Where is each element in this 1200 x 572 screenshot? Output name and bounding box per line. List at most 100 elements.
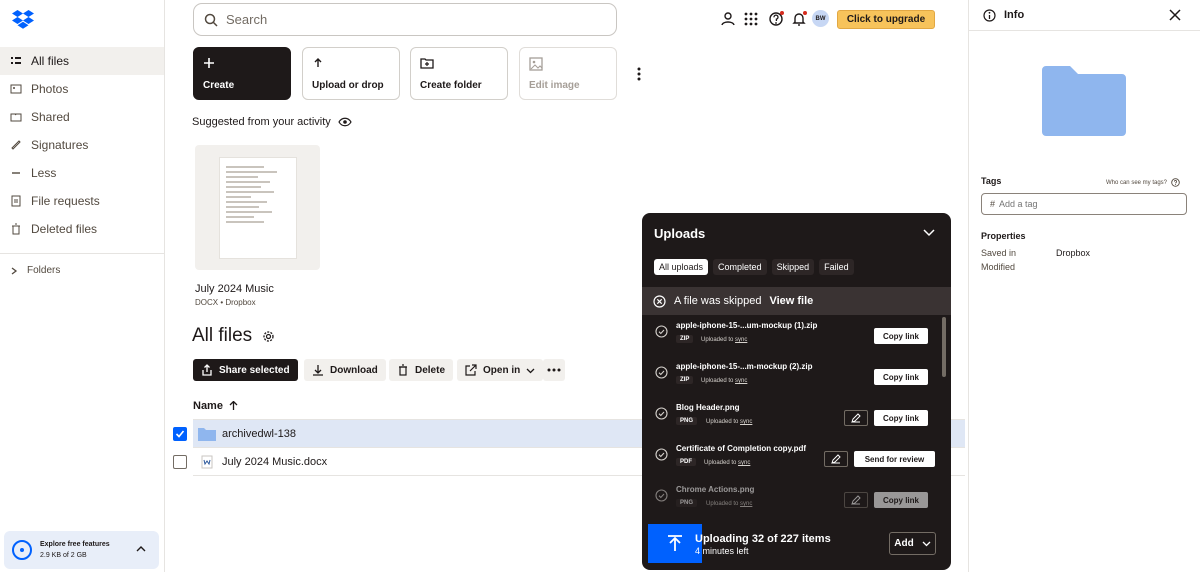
edit-button[interactable]: [844, 492, 868, 508]
upload-location: Uploaded to sync: [701, 337, 747, 343]
copy-link-button[interactable]: Copy link: [874, 410, 928, 426]
sort-arrow-up-icon: [229, 401, 238, 411]
filter-skipped[interactable]: Skipped: [771, 259, 815, 275]
filter-failed[interactable]: Failed: [819, 259, 854, 275]
share-people-icon[interactable]: [720, 11, 736, 27]
sidebar-item-deleted-files[interactable]: Deleted files: [0, 215, 164, 243]
check-circle-icon: [655, 407, 668, 420]
add-button[interactable]: Add: [889, 532, 936, 555]
edit-button[interactable]: [844, 410, 868, 426]
suggested-file-name[interactable]: July 2024 Music: [195, 283, 274, 295]
file-type-badge: PDF: [676, 458, 696, 466]
file-name: July 2024 Music.docx: [222, 455, 328, 468]
sidebar-item-less[interactable]: Less: [0, 159, 164, 187]
chevron-right-icon: [9, 266, 19, 276]
create-folder-tile[interactable]: Create folder: [410, 47, 508, 100]
who-tags-text: Who can see my tags?: [1105, 179, 1167, 186]
row-checkbox[interactable]: [173, 455, 187, 469]
create-folder-label: Create folder: [420, 80, 482, 91]
modified-key: Modified: [981, 262, 1016, 272]
row-checkbox[interactable]: [173, 427, 187, 441]
upload-location: Uploaded to sync: [701, 378, 747, 384]
share-icon: [201, 364, 213, 376]
file-type-badge: PNG: [676, 417, 698, 425]
copy-link-button[interactable]: Copy link: [874, 492, 928, 508]
uploads-title: Uploads: [654, 226, 706, 241]
copy-link-button[interactable]: Copy link: [874, 369, 928, 385]
upgrade-button[interactable]: Click to upgrade: [837, 10, 935, 29]
sidebar-item-shared[interactable]: Shared: [0, 103, 164, 131]
upload-file-name: apple-iphone-15-...m-mockup (2).zip: [676, 362, 813, 371]
close-icon[interactable]: [1166, 6, 1184, 24]
pencil-icon: [831, 454, 841, 464]
name-column-header[interactable]: Name: [193, 400, 238, 412]
sidebar-item-all-files[interactable]: All files: [0, 47, 164, 75]
edit-image-label: Edit image: [529, 80, 580, 91]
copy-link-button[interactable]: Copy link: [874, 328, 928, 344]
edit-button[interactable]: [824, 451, 848, 467]
share-selected-button[interactable]: Share selected: [193, 359, 298, 381]
eye-icon[interactable]: [338, 117, 352, 127]
upload-location-link[interactable]: sync: [738, 460, 750, 466]
folder-plus-icon: [420, 57, 498, 69]
shared-icon: [9, 110, 23, 124]
upload-tile[interactable]: Upload or drop: [302, 47, 400, 100]
uploads-scrollbar[interactable]: [942, 317, 946, 377]
apps-grid-icon[interactable]: [743, 11, 759, 27]
check-circle-icon: [655, 489, 668, 502]
upload-file-name: Blog Header.png: [676, 403, 740, 412]
tag-field[interactable]: #: [981, 193, 1187, 215]
sidebar-item-file-requests[interactable]: File requests: [0, 187, 164, 215]
photo-icon: [9, 82, 23, 96]
delete-button[interactable]: Delete: [389, 359, 454, 381]
search-input[interactable]: [226, 12, 586, 27]
check-circle-icon: [655, 325, 668, 338]
upload-location-link[interactable]: sync: [740, 419, 752, 425]
who-can-see-tags-link[interactable]: Who can see my tags?: [1106, 178, 1180, 187]
chevron-up-icon[interactable]: [135, 543, 147, 555]
upload-progress-icon: [648, 524, 702, 563]
chevron-down-icon: [526, 366, 535, 375]
more-actions-button[interactable]: [543, 359, 565, 381]
chevron-down-icon[interactable]: [923, 229, 935, 237]
sidebar-item-photos[interactable]: Photos: [0, 75, 164, 103]
download-button[interactable]: Download: [304, 359, 386, 381]
upload-item: Blog Header.png PNG Uploaded to sync Cop…: [642, 401, 942, 441]
search-bar[interactable]: [193, 3, 617, 36]
view-file-link[interactable]: View file: [769, 295, 813, 307]
upload-location: Uploaded to sync: [704, 460, 750, 466]
sidebar-item-signatures[interactable]: Signatures: [0, 131, 164, 159]
avatar[interactable]: BW: [812, 10, 829, 27]
upload-location-prefix: Uploaded to: [701, 337, 734, 343]
sidebar-item-label: Photos: [31, 82, 69, 96]
storage-promo[interactable]: Explore free features 2.9 KB of 2 GB: [4, 531, 159, 569]
filter-completed[interactable]: Completed: [713, 259, 767, 275]
dropbox-logo-icon[interactable]: [12, 9, 34, 29]
sidebar: All files Photos Shared Signatures Less …: [0, 0, 165, 572]
gear-icon[interactable]: [262, 330, 275, 343]
upload-location-link[interactable]: sync: [740, 501, 752, 507]
upload-status: Uploading 32 of 227 items 4 minutes left: [695, 533, 831, 557]
edit-image-tile[interactable]: Edit image: [519, 47, 617, 100]
delete-label: Delete: [415, 364, 446, 376]
more-vertical-icon[interactable]: [634, 66, 644, 82]
check-circle-icon: [655, 366, 668, 379]
create-tile[interactable]: Create: [193, 47, 291, 100]
upload-location-link[interactable]: sync: [735, 337, 747, 343]
uploads-list[interactable]: apple-iphone-15-...um-mockup (1).zip ZIP…: [642, 317, 951, 524]
open-in-button[interactable]: Open in: [457, 359, 544, 381]
folder-icon: [198, 426, 216, 441]
docx-file-icon: [201, 455, 213, 469]
storage-usage: 2.9 KB of 2 GB: [40, 552, 87, 559]
suggested-file-thumbnail[interactable]: [195, 145, 320, 270]
sidebar-divider: [0, 253, 164, 254]
folders-toggle[interactable]: Folders: [9, 265, 60, 276]
upload-location-link[interactable]: sync: [735, 378, 747, 384]
upload-location: Uploaded to sync: [706, 419, 752, 425]
send-for-review-button[interactable]: Send for review: [854, 451, 935, 467]
filter-all-uploads[interactable]: All uploads: [654, 259, 709, 275]
check-circle-icon: [655, 448, 668, 461]
help-notification-dot: [780, 11, 784, 15]
tag-input[interactable]: [999, 199, 1170, 209]
all-files-heading: All files: [192, 325, 253, 346]
